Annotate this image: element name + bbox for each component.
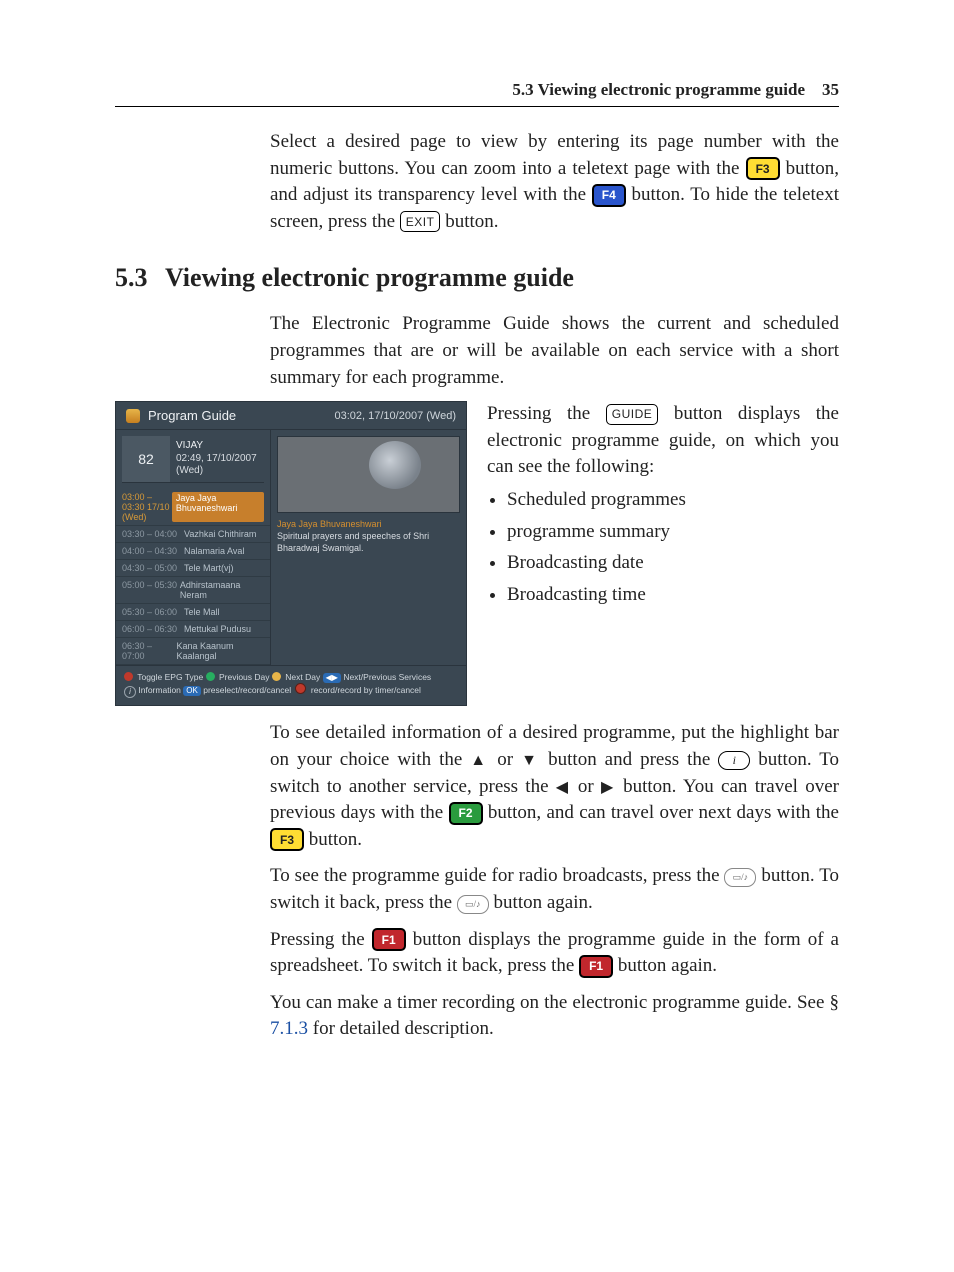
programme-name: Mettukal Pudusu [184, 624, 251, 634]
video-preview [277, 436, 460, 513]
body-paragraphs: To see detailed information of a desired… [270, 720, 839, 1043]
programme-row: 05:00 – 05:30Adhirstamaana Neram [116, 577, 270, 604]
tv-radio-key-icon: ▭/♪ [724, 868, 756, 887]
programme-name: Kana Kaanum Kaalangal [176, 641, 264, 661]
intro-paragraph: Select a desired page to view by enterin… [270, 129, 839, 235]
programme-row: 04:30 – 05:00Tele Mart(vj) [116, 560, 270, 577]
bullet-item: Broadcasting date [507, 550, 839, 577]
programme-row: 03:30 – 04:00Vazhkai Chithiram [116, 526, 270, 543]
channel-time: 02:49, 17/10/2007 (Wed) [176, 453, 258, 478]
green-dot-icon [206, 672, 215, 681]
channel-name: VIJAY [176, 440, 258, 453]
record-dot-icon [295, 683, 306, 694]
programme-row: 06:30 – 07:00Kana Kaanum Kaalangal [116, 638, 270, 665]
program-guide-icon [126, 409, 140, 423]
tv-radio-key-icon: ▭/♪ [457, 895, 489, 914]
document-page: 5.3 Viewing electronic programme guide 3… [0, 0, 954, 1272]
programme-time: 05:00 – 05:30 [122, 580, 180, 600]
programme-row: 06:00 – 06:30Mettukal Pudusu [116, 621, 270, 638]
running-header: 5.3 Viewing electronic programme guide 3… [115, 80, 839, 100]
header-section: 5.3 Viewing electronic programme guide [512, 80, 805, 99]
f4-key-icon: F4 [592, 184, 626, 207]
epg-clock: 03:02, 17/10/2007 (Wed) [335, 410, 457, 422]
programme-name: Nalamaria Aval [184, 546, 244, 556]
programme-summary: Jaya Jaya Bhuvaneshwari Spiritual prayer… [277, 518, 460, 554]
programme-time: 04:30 – 05:00 [122, 563, 184, 573]
exit-key-icon: EXIT [400, 211, 441, 232]
section-number: 5.3 [115, 263, 165, 293]
programme-row: 03:00 – 03:30 17/10 (Wed)Jaya Jaya Bhuva… [116, 489, 270, 526]
epg-screenshot: Program Guide 03:02, 17/10/2007 (Wed) 82… [115, 401, 467, 706]
ok-pill-icon: OK [183, 686, 201, 696]
programme-time: 06:00 – 06:30 [122, 624, 184, 634]
f2-key-icon: F2 [449, 802, 483, 825]
page-number: 35 [822, 80, 839, 99]
up-arrow-icon: ▲ [470, 752, 489, 769]
left-arrow-icon: ◀ [556, 779, 571, 796]
header-rule [115, 106, 839, 107]
programme-time: 04:00 – 04:30 [122, 546, 184, 556]
section-ref-link[interactable]: 7.1.3 [270, 1018, 308, 1039]
channel-box: 82 VIJAY 02:49, 17/10/2007 (Wed) [122, 436, 264, 483]
programme-name: Tele Mall [184, 607, 220, 617]
epg-bullet-list: Scheduled programmes programme summary Bro… [487, 487, 839, 608]
programme-time: 06:30 – 07:00 [122, 641, 176, 661]
bullet-item: Scheduled programmes [507, 487, 839, 514]
section-title: Viewing electronic programme guide [165, 263, 574, 293]
programme-name: Adhirstamaana Neram [180, 580, 264, 600]
bullet-item: programme summary [507, 519, 839, 546]
programme-time: 03:00 – 03:30 17/10 (Wed) [122, 492, 172, 522]
info-icon: i [124, 686, 136, 698]
programme-name: Tele Mart(vj) [184, 563, 234, 573]
f1-key-icon: F1 [579, 955, 613, 978]
programme-time: 03:30 – 04:00 [122, 529, 184, 539]
epg-legend: Toggle EPG Type Previous Day Next Day ◀▶… [116, 665, 466, 706]
epg-intro: The Electronic Programme Guide shows the… [270, 311, 839, 391]
red-dot-icon [124, 672, 133, 681]
lr-pill-icon: ◀▶ [323, 673, 341, 683]
programme-row: 05:30 – 06:00Tele Mall [116, 604, 270, 621]
programme-name: Vazhkai Chithiram [184, 529, 256, 539]
section-heading: 5.3 Viewing electronic programme guide [115, 263, 839, 293]
f3-key-icon: F3 [270, 828, 304, 851]
channel-number: 82 [122, 436, 170, 482]
guide-key-icon: GUIDE [606, 404, 659, 425]
down-arrow-icon: ▼ [521, 752, 540, 769]
epg-title: Program Guide [148, 408, 236, 423]
right-arrow-icon: ▶ [601, 779, 616, 796]
yellow-dot-icon [272, 672, 281, 681]
f3-key-icon: F3 [746, 157, 780, 180]
f1-key-icon: F1 [372, 928, 406, 951]
bullet-item: Broadcasting time [507, 582, 839, 609]
programme-name: Jaya Jaya Bhuvaneshwari [172, 492, 264, 522]
programme-row: 04:00 – 04:30Nalamaria Aval [116, 543, 270, 560]
programme-time: 05:30 – 06:00 [122, 607, 184, 617]
epg-description: Pressing the GUIDE button displays the e… [487, 401, 839, 706]
info-key-icon: i [718, 751, 750, 770]
